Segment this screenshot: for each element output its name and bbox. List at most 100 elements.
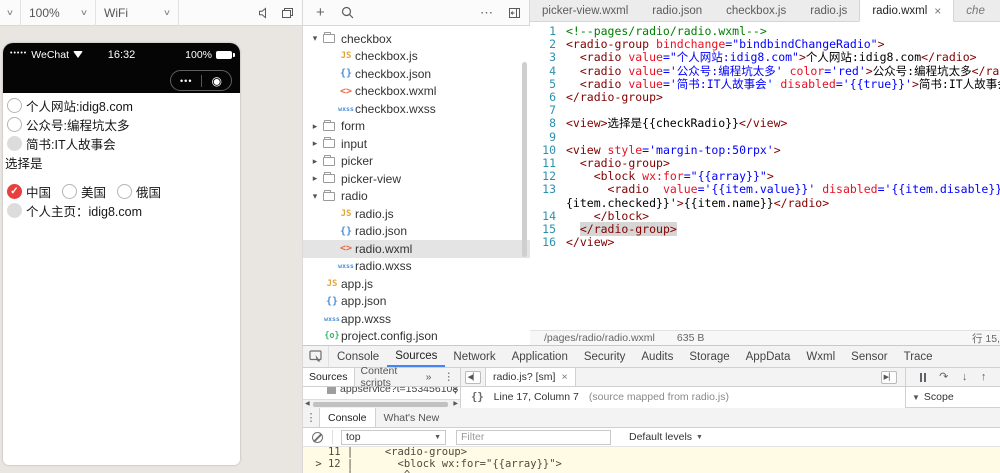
folder-row-input[interactable]: ▸ input [303,135,530,153]
code-editor[interactable]: 1 <!--pages/radio/radio.wxml--> 2 <radio-gr… [530,22,1000,330]
devtools-tab-appdata[interactable]: AppData [738,346,799,367]
devtools-tab-security[interactable]: Security [576,346,634,367]
radio-unchecked-icon[interactable] [62,184,78,199]
pause-script-icon[interactable] [919,372,926,382]
folder-row-checkbox[interactable]: ▾ checkbox [303,30,530,48]
navigator-more-tabs[interactable]: » [420,368,438,386]
scroll-left-icon[interactable]: ◀ [305,400,310,408]
console-warning-line: 11 | <radio-group> [309,447,468,458]
console-drawer: ⋮ Console What's New top ▼ Default level… [303,408,1000,473]
navigator-tab-sources[interactable]: Sources [303,368,355,386]
devtools-tab-trace[interactable]: Trace [896,346,941,367]
file-row-checkbox-js[interactable]: JS checkbox.js [303,48,530,66]
editor-tab-che[interactable]: che [954,0,985,21]
inspect-element-icon[interactable] [303,346,329,367]
chevron-down-icon[interactable]: ▾ [309,191,321,202]
folder-row-picker[interactable]: ▸ picker [303,153,530,171]
source-file-tab-label: radio.js? [sm] [493,371,556,383]
zoom-value: 100% [29,5,60,20]
folder-row-form[interactable]: ▸ form [303,118,530,136]
editor-tab-radio-wxml[interactable]: radio.wxml × [859,0,955,22]
close-icon[interactable]: × [561,371,567,383]
search-icon[interactable] [341,6,354,19]
token: ='公众号:编程坑太多' [662,63,790,78]
scrollbar-thumb[interactable] [313,402,448,407]
clear-console-icon[interactable] [312,431,323,443]
token: </radio-group> [579,222,677,237]
add-file-icon[interactable]: + [316,4,325,21]
file-row-checkbox-wxss[interactable]: wxss checkbox.wxss [303,100,530,118]
file-row-project-config-json[interactable]: {o} project.config.json [303,328,530,346]
devtools-tab-application[interactable]: Application [504,346,576,367]
file-row-radio-json[interactable]: {} radio.json [303,223,530,241]
kebab-menu-icon[interactable]: ⋮ [438,368,461,386]
filter-input[interactable] [456,429,611,445]
file-row-app-json[interactable]: {} app.json [303,293,530,311]
pretty-print-icon[interactable]: {} [471,391,484,403]
scope-section[interactable]: ▼ Scope [906,387,1000,408]
editor-tab-radio-js[interactable]: radio.js [798,0,859,21]
file-row-radio-wxml[interactable]: <> radio.wxml [303,240,530,258]
navigator-tab-content-scripts[interactable]: Content scripts [355,365,420,389]
source-file-tab[interactable]: radio.js? [sm] × [485,368,576,386]
radio-unchecked-icon[interactable] [7,98,22,113]
more-menu-icon[interactable]: ••• [180,76,192,86]
console-tab[interactable]: Console [319,408,376,427]
editor-tab-picker-view-wxml[interactable]: picker-view.wxml [530,0,640,21]
step-out-icon[interactable]: ↑ [981,371,987,383]
devtools-tab-audits[interactable]: Audits [633,346,681,367]
radio-checked-icon[interactable]: ✓ [7,184,22,199]
navigator-hscrollbar[interactable]: ◀ ▶ [303,399,460,408]
scroll-spinner-icon[interactable]: ▲ ▼ [453,387,458,396]
devtools-tab-storage[interactable]: Storage [681,346,737,367]
scope-label: Scope [923,391,954,403]
file-label: input [341,136,368,151]
file-row-app-wxss[interactable]: wxss app.wxss [303,310,530,328]
levels-dropdown[interactable]: Default levels ▼ [629,431,703,443]
device-selector-dropdown[interactable]: ∨ [0,0,20,25]
editor-tab-radio-json[interactable]: radio.json [640,0,714,21]
zoom-dropdown[interactable]: 100% ∨ [21,0,95,25]
devtools-tab-sensor[interactable]: Sensor [843,346,895,367]
step-into-icon[interactable]: ↓ [962,371,968,383]
chevron-down-icon[interactable]: ▾ [309,33,321,44]
folder-row-radio[interactable]: ▾ radio [303,188,530,206]
file-row-radio-js[interactable]: JS radio.js [303,205,530,223]
scroll-right-icon[interactable]: ▶ [453,400,458,408]
radio-unchecked-icon[interactable] [117,184,133,199]
network-dropdown[interactable]: WiFi ∨ [96,0,178,25]
kebab-menu-icon[interactable]: ⋮ [303,408,319,427]
more-icon[interactable]: ⋯ [480,5,494,21]
navigator-tree-item[interactable]: appservice?t=153456108 [303,387,460,395]
home-icon[interactable]: ◉ [212,75,222,87]
chevron-right-icon[interactable]: ▸ [309,121,321,132]
radio-row: 个人网站:idig8.com [5,96,238,115]
collapse-panel-icon[interactable] [508,7,521,19]
token: <view> [566,116,608,131]
mute-icon[interactable] [258,6,271,19]
explorer-scrollbar[interactable] [522,62,527,257]
show-debugger-icon[interactable]: ▶▏ [881,370,897,384]
devtools-tab-network[interactable]: Network [445,346,503,367]
file-row-checkbox-json[interactable]: {} checkbox.json [303,65,530,83]
file-row-checkbox-wxml[interactable]: <> checkbox.wxml [303,83,530,101]
close-icon[interactable]: × [934,4,941,18]
whats-new-tab[interactable]: What's New [376,408,448,427]
windows-icon[interactable] [281,7,294,19]
radio-unchecked-icon[interactable] [7,117,22,132]
chevron-right-icon[interactable]: ▸ [309,156,321,167]
devtools-tab-wxml[interactable]: Wxml [798,346,843,367]
editor-tab-checkbox-js[interactable]: checkbox.js [714,0,798,21]
chevron-right-icon[interactable]: ▸ [309,138,321,149]
file-row-radio-wxss[interactable]: wxss radio.wxss [303,258,530,276]
token: <radio [579,63,629,78]
chevron-right-icon[interactable]: ▸ [309,173,321,184]
folder-row-picker-view[interactable]: ▸ picker-view [303,170,530,188]
devtools-tab-sources[interactable]: Sources [387,346,446,367]
hide-navigator-icon[interactable]: ◀▏ [465,370,481,384]
editor-tab-label: radio.wxml [872,4,928,17]
step-over-icon[interactable]: ↷ [939,371,948,383]
devtools-tab-console[interactable]: Console [329,346,387,367]
context-select[interactable]: top ▼ [341,429,446,445]
file-row-app-js[interactable]: JS app.js [303,275,530,293]
